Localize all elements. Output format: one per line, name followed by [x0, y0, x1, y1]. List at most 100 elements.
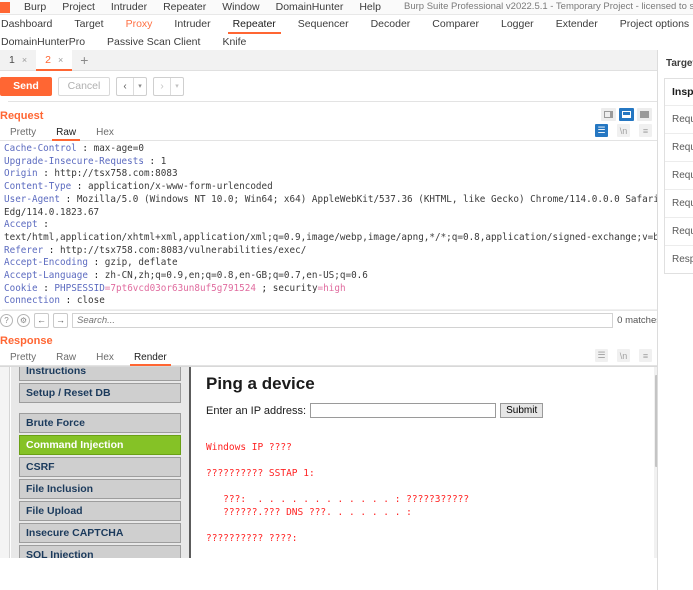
close-icon[interactable]: ×: [58, 50, 63, 71]
tab-comparer[interactable]: Comparer: [421, 15, 490, 34]
tab-extender[interactable]: Extender: [545, 15, 609, 34]
ip-field-label: Enter an IP address:: [206, 404, 307, 417]
chevron-right-icon: ›: [160, 80, 164, 92]
repeater-tab-2[interactable]: 2 ×: [36, 49, 73, 71]
dvwa-menu-instructions[interactable]: Instructions: [19, 367, 181, 381]
gear-icon[interactable]: ⚙: [17, 313, 30, 327]
inspector-section-request-body-parameters[interactable]: Request body parameters: [665, 162, 693, 190]
tab-target[interactable]: Target: [63, 15, 114, 34]
request-panel-header: Request: [0, 107, 665, 125]
request-header-line: Content-Type : application/x-www-form-ur…: [4, 181, 273, 193]
request-raw-editor[interactable]: Cache-Control : max-age=0 Upgrade-Insecu…: [2, 141, 659, 310]
inspector-section-request-headers[interactable]: Request headers: [665, 218, 693, 246]
response-tab-pretty[interactable]: Pretty: [0, 350, 46, 366]
dvwa-menu-setup-reset-db[interactable]: Setup / Reset DB: [19, 383, 181, 403]
dvwa-menu-command-injection[interactable]: Command Injection: [19, 435, 181, 455]
pretty-print-icon[interactable]: ☰: [595, 349, 608, 362]
tab-knife[interactable]: Knife: [211, 34, 257, 50]
chevron-down-icon[interactable]: ▾: [170, 77, 183, 95]
toolbar-divider: [8, 101, 665, 102]
tab-sequencer[interactable]: Sequencer: [287, 15, 360, 34]
tab-logger[interactable]: Logger: [490, 15, 545, 34]
request-view-tabs: Pretty Raw Hex ☰ \n ≡: [0, 124, 665, 141]
tab-project-options[interactable]: Project options: [609, 15, 693, 34]
close-icon[interactable]: ×: [22, 50, 27, 71]
layout-stacked-button[interactable]: [619, 108, 634, 121]
page-title: Ping a device: [206, 374, 315, 393]
back-button[interactable]: ‹ ▾: [116, 76, 147, 96]
response-tab-raw[interactable]: Raw: [46, 350, 86, 366]
output-line: ?????????? ????:: [206, 533, 298, 544]
request-header-line: Referer : http://tsx758.com:8083/vulnera…: [4, 244, 307, 256]
ip-address-input[interactable]: [310, 403, 497, 418]
editor-menu-icon[interactable]: ≡: [639, 124, 652, 137]
inspector-section-response-headers[interactable]: Response headers: [665, 246, 693, 273]
send-button[interactable]: Send: [0, 76, 52, 96]
request-header-line: Accept-Encoding : gzip, deflate: [4, 257, 178, 269]
dvwa-menu-csrf[interactable]: CSRF: [19, 457, 181, 477]
search-prev-button[interactable]: ←: [34, 312, 49, 328]
dvwa-page-content: Ping a device Enter an IP address: Submi…: [196, 367, 651, 558]
layout-single-button[interactable]: [637, 108, 652, 121]
tab-intruder[interactable]: Intruder: [163, 15, 221, 34]
request-header-line: Accept-Language : zh-CN,zh;q=0.9,en;q=0.…: [4, 270, 368, 282]
request-tab-raw[interactable]: Raw: [46, 125, 86, 141]
burp-suite-window: Burp Project Intruder Repeater Window Do…: [0, 0, 693, 590]
request-header-line: Accept :: [4, 219, 49, 231]
search-input[interactable]: [72, 312, 614, 328]
menu-item-project[interactable]: Project: [54, 0, 103, 15]
forward-button[interactable]: › ▾: [153, 76, 184, 96]
inspector-section-request-query-parameters[interactable]: Request query parameters: [665, 134, 693, 162]
dvwa-menu-insecure-captcha[interactable]: Insecure CAPTCHA: [19, 523, 181, 543]
request-tab-pretty[interactable]: Pretty: [0, 125, 46, 141]
menu-item-domainhunter[interactable]: DomainHunter: [268, 0, 352, 15]
request-title: Request: [0, 110, 44, 122]
repeater-tab-bar: 1 × 2 × +: [0, 49, 657, 71]
send-toolbar: Send Cancel ‹ ▾ › ▾: [0, 71, 657, 101]
menu-item-help[interactable]: Help: [351, 0, 389, 15]
dvwa-menu-file-upload[interactable]: File Upload: [19, 501, 181, 521]
tab-passive-scan-client[interactable]: Passive Scan Client: [96, 34, 211, 50]
dvwa-menu-file-inclusion[interactable]: File Inclusion: [19, 479, 181, 499]
repeater-tab-1-label: 1: [9, 53, 15, 66]
dvwa-menu-brute-force[interactable]: Brute Force: [19, 413, 181, 433]
request-header-line: Cache-Control : max-age=0: [4, 143, 144, 154]
tab-repeater[interactable]: Repeater: [222, 15, 287, 34]
tab-decoder[interactable]: Decoder: [360, 15, 422, 34]
tab-proxy[interactable]: Proxy: [115, 15, 164, 34]
word-wrap-icon[interactable]: \n: [617, 124, 630, 137]
repeater-tab-1[interactable]: 1 ×: [0, 50, 36, 71]
command-output: Windows IP ???? ?????????? SSTAP 1: ???:…: [206, 428, 651, 558]
response-tab-render[interactable]: Render: [124, 350, 177, 366]
request-header-line-cont: Edg/114.0.1823.67: [4, 206, 100, 218]
request-tab-hex[interactable]: Hex: [86, 125, 124, 141]
chevron-down-icon[interactable]: ▾: [133, 77, 146, 95]
dvwa-menu-sql-injection[interactable]: SQL Injection: [19, 545, 181, 558]
menu-item-intruder[interactable]: Intruder: [103, 0, 155, 15]
main-tab-bar-row2: DomainHunterPro Passive Scan Client Knif…: [0, 34, 683, 51]
request-header-line: User-Agent : Mozilla/5.0 (Windows NT 10.…: [4, 193, 659, 205]
dvwa-sidebar: Instructions Setup / Reset DB Brute Forc…: [11, 367, 191, 558]
pretty-print-icon[interactable]: ☰: [595, 124, 608, 137]
menu-item-window[interactable]: Window: [214, 0, 267, 15]
inspector-panel: Target Inspector Request attributes Requ…: [657, 50, 693, 590]
cancel-button[interactable]: Cancel: [58, 76, 110, 96]
ping-submit-button[interactable]: Submit: [500, 403, 544, 418]
menu-item-burp[interactable]: Burp: [16, 0, 54, 15]
request-header-line-cont: text/html,application/xhtml+xml,applicat…: [4, 231, 659, 243]
request-cookie-line: Cookie : PHPSESSID=7pt6vcd03or63un8uf5g7…: [4, 282, 346, 294]
inspector-section-request-attributes[interactable]: Request attributes: [665, 106, 693, 134]
layout-toggle-group: [601, 108, 652, 121]
question-icon[interactable]: ?: [0, 313, 13, 327]
response-tab-hex[interactable]: Hex: [86, 350, 124, 366]
word-wrap-icon[interactable]: \n: [617, 349, 630, 362]
tab-domainhunterpro[interactable]: DomainHunterPro: [0, 34, 96, 50]
search-next-button[interactable]: →: [53, 312, 68, 328]
output-line: ???: . . . . . . . . . . . . : ?????3???…: [206, 494, 470, 505]
add-tab-button[interactable]: +: [72, 50, 96, 70]
editor-menu-icon[interactable]: ≡: [639, 349, 652, 362]
inspector-section-request-cookies[interactable]: Request cookies: [665, 190, 693, 218]
tab-dashboard[interactable]: Dashboard: [0, 15, 63, 34]
menu-item-repeater[interactable]: Repeater: [155, 0, 214, 15]
layout-side-by-side-button[interactable]: [601, 108, 616, 121]
